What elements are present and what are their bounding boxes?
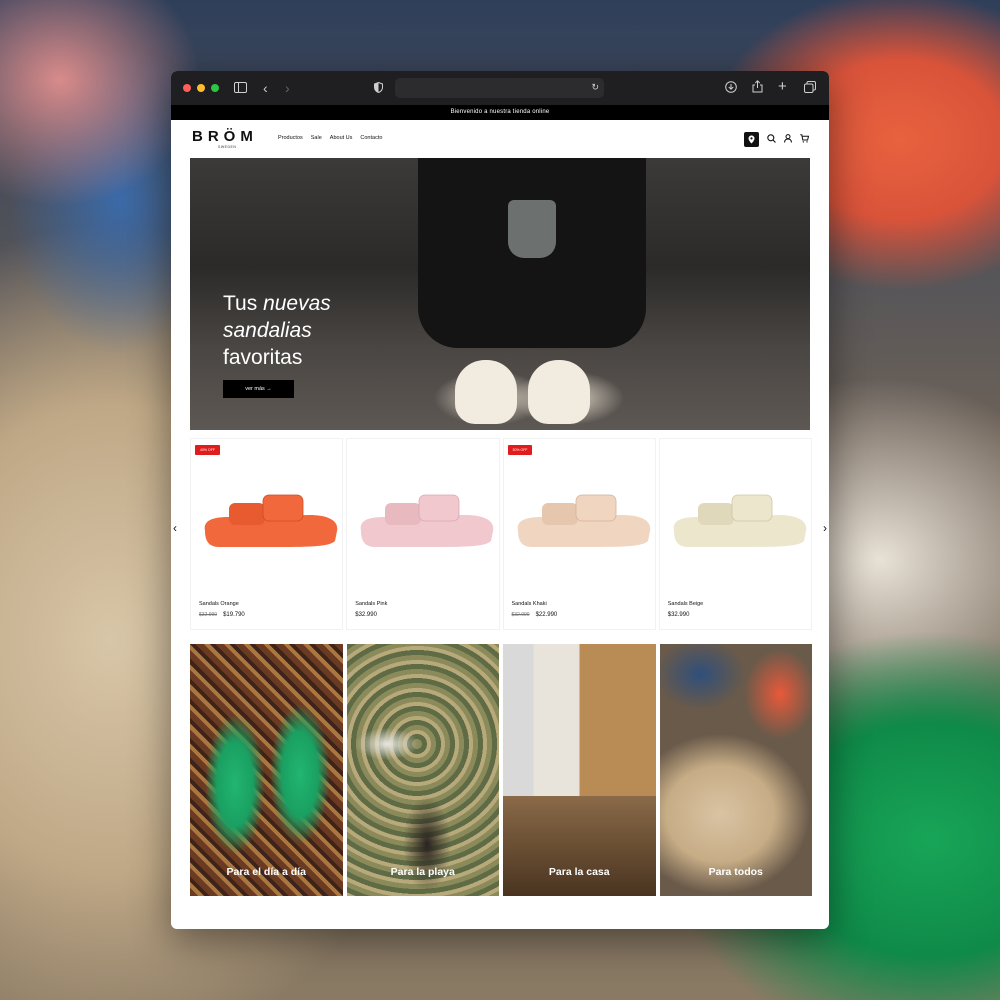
category-label: Para la casa bbox=[548, 866, 610, 878]
browser-window: ‹ › ↻ + Bienvenido a nuestra tienda onli… bbox=[171, 71, 829, 929]
hero-cta-button[interactable]: ver más → bbox=[223, 380, 294, 398]
category-tile-dia-a-dia[interactable]: Para el día a día bbox=[190, 644, 343, 896]
site-header: BRÖM SWEDEN Productos Sale About Us Cont… bbox=[171, 120, 829, 158]
hero-banner: Tus nuevas sandalias favoritas ver más → bbox=[190, 158, 810, 430]
product-price: $32.990 $19.790 bbox=[199, 612, 245, 618]
close-window-button[interactable] bbox=[183, 84, 191, 92]
download-icon[interactable] bbox=[725, 81, 737, 96]
product-image bbox=[204, 494, 338, 547]
header-icons bbox=[744, 130, 810, 148]
category-label: Para el día a día bbox=[226, 866, 306, 878]
product-name[interactable]: Sandals Orange bbox=[199, 601, 239, 607]
floor-image bbox=[503, 796, 656, 896]
location-pin-icon bbox=[748, 135, 755, 143]
product-name[interactable]: Sandals Pink bbox=[355, 601, 387, 607]
category-tile-playa[interactable]: Para la playa bbox=[346, 644, 499, 896]
category-tile-todos[interactable]: Para todos bbox=[659, 644, 812, 896]
maximize-window-button[interactable] bbox=[211, 84, 219, 92]
search-icon[interactable] bbox=[767, 130, 776, 148]
category-label: Para todos bbox=[708, 866, 763, 878]
nav-contacto[interactable]: Contacto bbox=[360, 135, 382, 141]
product-card[interactable]: Sandals Pink $32.990 bbox=[346, 438, 500, 630]
nav-about-us[interactable]: About Us bbox=[330, 135, 353, 141]
address-bar[interactable]: ↻ bbox=[395, 78, 604, 98]
product-name[interactable]: Sandals Beige bbox=[668, 601, 703, 607]
discount-badge: 30% OFF bbox=[507, 445, 533, 455]
discount-badge: 40% OFF bbox=[195, 445, 220, 455]
sidebar-icon[interactable] bbox=[234, 82, 247, 96]
product-name[interactable]: Sandals Khaki bbox=[512, 601, 547, 607]
reload-icon[interactable]: ↻ bbox=[591, 83, 599, 92]
category-tile-casa[interactable]: Para la casa bbox=[503, 644, 656, 896]
category-grid: Para el día a día Para la playa Para la … bbox=[190, 644, 812, 896]
forward-icon[interactable]: › bbox=[285, 81, 290, 95]
nav-productos[interactable]: Productos bbox=[278, 135, 303, 141]
nav-sale[interactable]: Sale bbox=[311, 135, 322, 141]
product-card[interactable]: 40% OFF Sandals Orange $32.990 $19.790 bbox=[190, 438, 344, 630]
brand-subtitle: SWEDEN bbox=[218, 145, 237, 149]
product-card[interactable]: 30% OFF Sandals Khaki $32.990 $22.990 bbox=[502, 438, 656, 630]
product-image bbox=[517, 494, 650, 547]
share-icon[interactable] bbox=[752, 80, 763, 96]
product-carousel: 40% OFF Sandals Orange $32.990 $19.790 Sa… bbox=[190, 438, 812, 630]
hero-title: Tus nuevas sandalias favoritas bbox=[223, 292, 331, 369]
product-image bbox=[360, 494, 494, 547]
product-price: $32.990 bbox=[667, 612, 690, 618]
minimize-window-button[interactable] bbox=[197, 84, 205, 92]
shield-icon[interactable] bbox=[374, 81, 383, 96]
tabs-overview-icon[interactable] bbox=[804, 81, 816, 96]
announcement-bar: Bienvenido a nuestra tienda online bbox=[171, 105, 829, 120]
hero-image-sandal-left bbox=[455, 360, 517, 424]
brand-logo[interactable]: BRÖM bbox=[192, 128, 258, 145]
product-price: $32.990 $22.990 bbox=[511, 612, 558, 618]
carousel-next-arrow[interactable]: › bbox=[823, 521, 827, 535]
cart-icon[interactable] bbox=[800, 130, 810, 148]
browser-toolbar: ‹ › ↻ + bbox=[171, 71, 829, 105]
hero-image-sandal-right bbox=[528, 360, 590, 424]
product-price: $32.990 bbox=[355, 612, 377, 618]
product-card[interactable]: Sandals Beige $32.990 bbox=[658, 438, 812, 630]
account-icon[interactable] bbox=[784, 130, 792, 148]
carousel-prev-arrow[interactable]: ‹ bbox=[173, 521, 177, 535]
hero-image-mug bbox=[508, 200, 556, 258]
category-label: Para la playa bbox=[390, 866, 455, 878]
back-icon[interactable]: ‹ bbox=[263, 81, 268, 95]
store-location-button[interactable] bbox=[744, 131, 759, 147]
new-tab-icon[interactable]: + bbox=[778, 79, 787, 94]
main-nav: Productos Sale About Us Contacto bbox=[278, 135, 382, 141]
product-image bbox=[673, 494, 807, 547]
